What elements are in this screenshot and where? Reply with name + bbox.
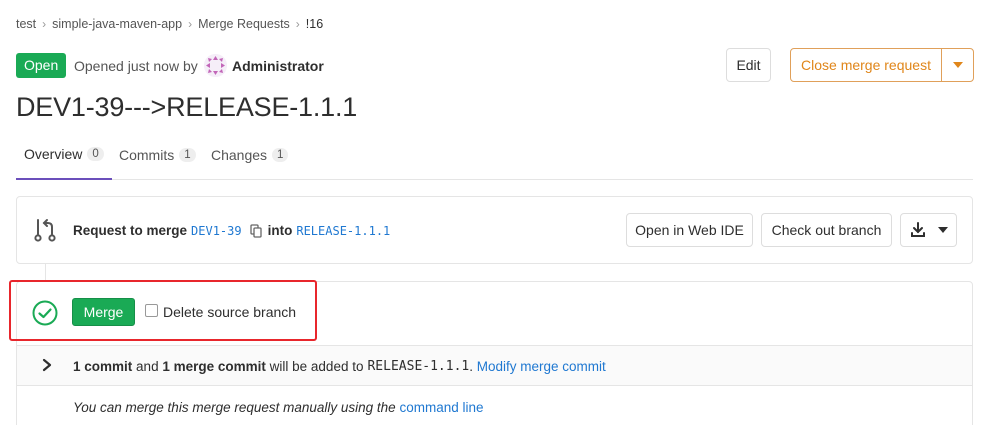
tab-changes[interactable]: Changes 1 — [211, 130, 289, 180]
chevron-down-icon — [937, 227, 948, 233]
avatar-identicon — [204, 54, 227, 77]
opened-text: Opened just now by — [74, 58, 198, 74]
source-branch-link[interactable]: DEV1-39 — [191, 224, 242, 238]
author-name[interactable]: Administrator — [232, 58, 324, 74]
commit-summary-row: 1 commit and 1 merge commit will be adde… — [17, 345, 972, 386]
tab-label: Overview — [24, 146, 83, 162]
target-branch-link[interactable]: RELEASE-1.1.1 — [296, 224, 390, 238]
command-line-link[interactable]: command line — [399, 400, 483, 415]
open-in-web-ide-button[interactable]: Open in Web IDE — [626, 213, 753, 247]
merge-request-summary: Request to merge DEV1-39 into RELEASE-1.… — [73, 223, 396, 238]
edit-button[interactable]: Edit — [726, 48, 771, 82]
page-title: DEV1-39--->RELEASE-1.1.1 — [16, 92, 358, 122]
tab-count-badge: 1 — [272, 148, 289, 162]
tab-count-badge: 1 — [179, 148, 196, 162]
added-to-text: will be added to — [269, 359, 364, 374]
close-merge-request-button[interactable]: Close merge request — [790, 48, 942, 82]
breadcrumb-item-project[interactable]: simple-java-maven-app — [52, 17, 182, 31]
check-out-branch-button[interactable]: Check out branch — [761, 213, 892, 247]
breadcrumb-separator: › — [188, 17, 193, 31]
tab-overview[interactable]: Overview 0 — [16, 130, 112, 180]
modify-merge-commit-link[interactable]: Modify merge commit — [477, 359, 606, 374]
into-label: into — [267, 223, 293, 238]
copy-icon[interactable] — [249, 223, 262, 238]
download-dropdown-button[interactable] — [900, 213, 957, 247]
merge-request-tabs: Overview 0 Commits 1 Changes 1 — [16, 130, 973, 180]
breadcrumb-item-merge-requests[interactable]: Merge Requests — [198, 17, 290, 31]
manual-merge-hint: You can merge this merge request manuall… — [73, 400, 484, 415]
manual-merge-text: You can merge this merge request manuall… — [73, 400, 396, 415]
close-options-dropdown[interactable] — [941, 48, 974, 82]
and-text: and — [136, 359, 159, 374]
breadcrumb-separator: › — [42, 17, 47, 31]
tab-label: Changes — [211, 147, 268, 163]
period-text: . — [469, 359, 473, 374]
merge-request-icon — [34, 219, 56, 242]
commit-count: 1 commit — [73, 359, 133, 374]
chevron-down-icon — [952, 62, 963, 68]
target-branch-name: RELEASE-1.1.1 — [367, 359, 470, 374]
avatar[interactable] — [204, 54, 227, 77]
tab-label: Commits — [119, 147, 175, 163]
breadcrumb-item-project-group[interactable]: test — [16, 17, 36, 31]
chevron-right-icon[interactable] — [41, 358, 53, 372]
tab-count-badge: 0 — [87, 147, 104, 161]
breadcrumb-separator: › — [295, 17, 300, 31]
commit-summary-text: 1 commit and 1 merge commit will be adde… — [73, 359, 606, 374]
merge-commit-count: 1 merge commit — [162, 359, 266, 374]
tab-commits[interactable]: Commits 1 — [119, 130, 196, 180]
annotation-highlight-box — [9, 280, 317, 341]
breadcrumb: test › simple-java-maven-app › Merge Req… — [16, 17, 323, 31]
request-to-merge-label: Request to merge — [73, 223, 188, 238]
status-badge: Open — [16, 53, 67, 78]
breadcrumb-item-current[interactable]: !16 — [306, 17, 323, 31]
download-icon — [910, 222, 925, 237]
